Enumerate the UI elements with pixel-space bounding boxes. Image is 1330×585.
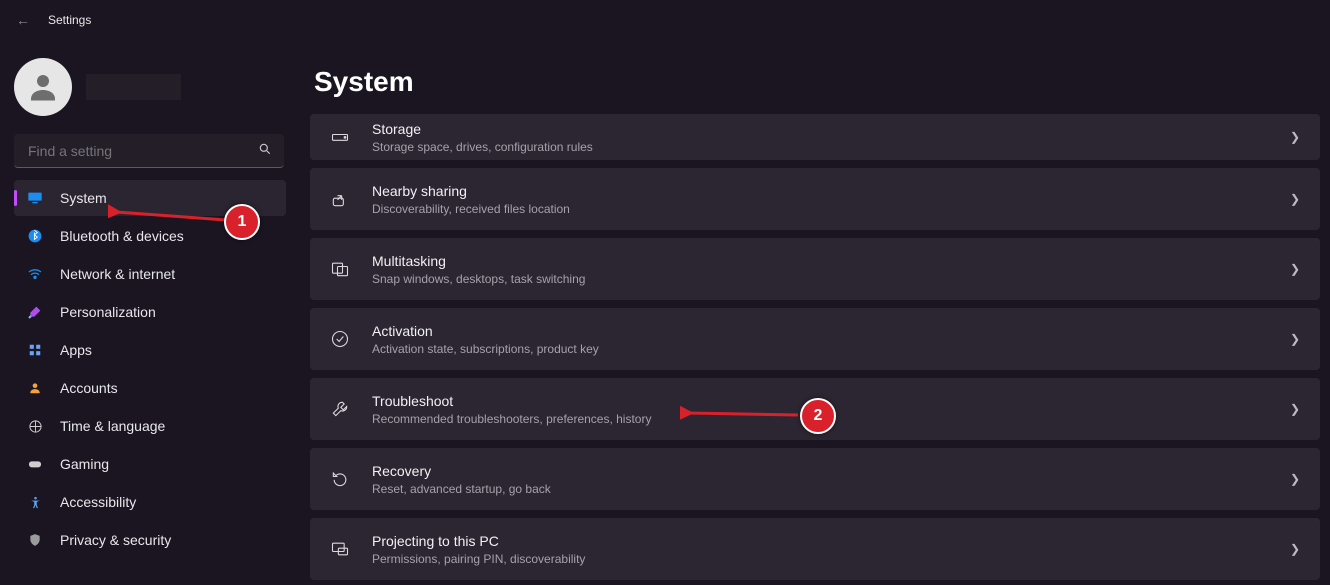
sidebar-item-label: Time & language xyxy=(60,418,165,434)
page-title: System xyxy=(314,66,1320,98)
chevron-right-icon: ❯ xyxy=(1290,332,1300,346)
project-icon xyxy=(330,539,350,559)
user-profile[interactable] xyxy=(14,58,286,116)
sidebar-item-label: Accessibility xyxy=(60,494,136,510)
sidebar-item-bluetooth[interactable]: Bluetooth & devices xyxy=(14,218,286,254)
sidebar-item-gaming[interactable]: Gaming xyxy=(14,446,286,482)
card-title: Nearby sharing xyxy=(372,182,570,200)
card-subtitle: Discoverability, received files location xyxy=(372,201,570,217)
card-subtitle: Activation state, subscriptions, product… xyxy=(372,341,599,357)
monitor-icon xyxy=(26,189,44,207)
card-title: Multitasking xyxy=(372,252,585,270)
card-title: Projecting to this PC xyxy=(372,532,585,550)
sidebar-item-label: Accounts xyxy=(60,380,118,396)
search-input-wrap[interactable] xyxy=(14,134,284,168)
clock-globe-icon xyxy=(26,417,44,435)
drive-icon xyxy=(330,127,350,147)
user-name-placeholder xyxy=(86,74,181,100)
card-storage[interactable]: Storage Storage space, drives, configura… xyxy=(310,114,1320,160)
search-input[interactable] xyxy=(26,142,258,160)
person-icon xyxy=(26,379,44,397)
recovery-icon xyxy=(330,469,350,489)
sidebar-item-system[interactable]: System xyxy=(14,180,286,216)
card-nearby-sharing[interactable]: Nearby sharing Discoverability, received… xyxy=(310,168,1320,230)
sidebar-item-label: Bluetooth & devices xyxy=(60,228,184,244)
sidebar-item-label: Network & internet xyxy=(60,266,175,282)
avatar-icon xyxy=(14,58,72,116)
grid-icon xyxy=(26,341,44,359)
sidebar-item-accessibility[interactable]: Accessibility xyxy=(14,484,286,520)
sidebar-item-label: Privacy & security xyxy=(60,532,171,548)
chevron-right-icon: ❯ xyxy=(1290,542,1300,556)
card-troubleshoot[interactable]: Troubleshoot Recommended troubleshooters… xyxy=(310,378,1320,440)
sidebar-item-accounts[interactable]: Accounts xyxy=(14,370,286,406)
check-circle-icon xyxy=(330,329,350,349)
card-title: Troubleshoot xyxy=(372,392,651,410)
sidebar-item-label: Gaming xyxy=(60,456,109,472)
chevron-right-icon: ❯ xyxy=(1290,472,1300,486)
sidebar-item-personalization[interactable]: Personalization xyxy=(14,294,286,330)
wrench-icon xyxy=(330,399,350,419)
back-arrow-icon[interactable]: ← xyxy=(16,12,30,28)
card-activation[interactable]: Activation Activation state, subscriptio… xyxy=(310,308,1320,370)
chevron-right-icon: ❯ xyxy=(1290,262,1300,276)
bluetooth-icon xyxy=(26,227,44,245)
wifi-icon xyxy=(26,265,44,283)
card-projecting[interactable]: Projecting to this PC Permissions, pairi… xyxy=(310,518,1320,580)
card-subtitle: Reset, advanced startup, go back xyxy=(372,481,551,497)
sidebar-item-label: System xyxy=(60,190,107,206)
settings-content: System Storage Storage space, drives, co… xyxy=(300,40,1330,585)
sidebar-item-label: Personalization xyxy=(60,304,156,320)
card-recovery[interactable]: Recovery Reset, advanced startup, go bac… xyxy=(310,448,1320,510)
sidebar-item-time-language[interactable]: Time & language xyxy=(14,408,286,444)
card-title: Recovery xyxy=(372,462,551,480)
card-subtitle: Recommended troubleshooters, preferences… xyxy=(372,411,651,427)
card-title: Activation xyxy=(372,322,599,340)
sidebar-item-label: Apps xyxy=(60,342,92,358)
card-subtitle: Snap windows, desktops, task switching xyxy=(372,271,585,287)
chevron-right-icon: ❯ xyxy=(1290,192,1300,206)
sidebar-item-privacy[interactable]: Privacy & security xyxy=(14,522,286,558)
card-subtitle: Storage space, drives, configuration rul… xyxy=(372,139,593,155)
multitask-icon xyxy=(330,259,350,279)
share-icon xyxy=(330,189,350,209)
card-title: Storage xyxy=(372,120,593,138)
sidebar-nav: System Bluetooth & devices Network & int… xyxy=(14,178,286,560)
sidebar-item-network[interactable]: Network & internet xyxy=(14,256,286,292)
shield-icon xyxy=(26,531,44,549)
search-icon xyxy=(258,142,272,159)
chevron-right-icon: ❯ xyxy=(1290,130,1300,144)
brush-icon xyxy=(26,303,44,321)
gamepad-icon xyxy=(26,455,44,473)
app-title: Settings xyxy=(48,13,91,27)
card-subtitle: Permissions, pairing PIN, discoverabilit… xyxy=(372,551,585,567)
card-multitasking[interactable]: Multitasking Snap windows, desktops, tas… xyxy=(310,238,1320,300)
sidebar-item-apps[interactable]: Apps xyxy=(14,332,286,368)
accessibility-icon xyxy=(26,493,44,511)
chevron-right-icon: ❯ xyxy=(1290,402,1300,416)
